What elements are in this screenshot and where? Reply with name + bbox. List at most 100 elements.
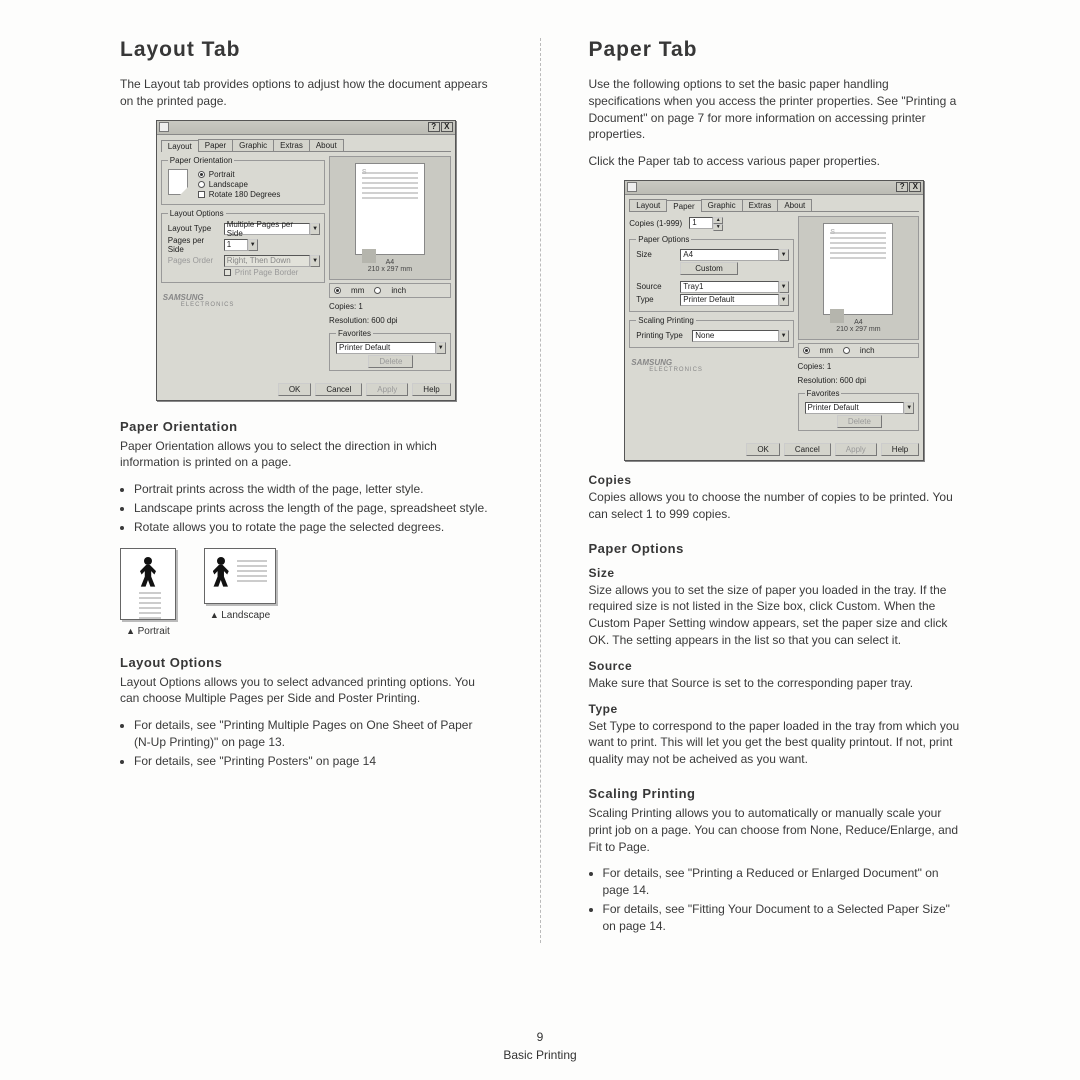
brand-logo: SAMSUNG ELECTRONICS [629, 352, 793, 375]
system-icon [627, 182, 637, 192]
pages-per-side-select[interactable]: 1 [224, 239, 248, 251]
titlebar: ? X [157, 121, 455, 135]
paper-orientation-head: Paper Orientation [120, 419, 492, 434]
layout-tab-heading: Layout Tab [120, 38, 492, 62]
mm-radio[interactable] [803, 347, 810, 354]
chevron-down-icon[interactable]: ▼ [779, 249, 789, 261]
tab-strip: Layout Paper Graphic Extras About [629, 199, 919, 212]
copies-label: Copies (1-999) [629, 219, 685, 228]
tab-extras[interactable]: Extras [742, 199, 779, 211]
help-icon[interactable]: ? [896, 182, 908, 192]
page-border-label: Print Page Border [235, 268, 299, 277]
size-select[interactable]: A4 [680, 249, 778, 261]
tab-graphic[interactable]: Graphic [701, 199, 743, 211]
type-head: Type [589, 702, 961, 716]
resolution-info: Resolution: 600 dpi [329, 315, 451, 326]
scaling-bullets: For details, see "Printing a Reduced or … [589, 865, 961, 934]
ok-button[interactable]: OK [278, 383, 312, 396]
tab-layout[interactable]: Layout [629, 199, 667, 211]
left-column: Layout Tab The Layout tab provides optio… [120, 38, 492, 943]
delete-button: Delete [368, 355, 413, 368]
copies-info: Copies: 1 [798, 361, 920, 372]
chevron-down-icon[interactable]: ▼ [310, 223, 320, 235]
source-select[interactable]: Tray1 [680, 281, 778, 293]
inch-radio[interactable] [374, 287, 381, 294]
close-icon[interactable]: X [441, 122, 453, 132]
list-item: For details, see "Printing a Reduced or … [603, 865, 961, 899]
custom-button[interactable]: Custom [680, 262, 738, 275]
layout-options-head: Layout Options [120, 655, 492, 670]
tab-extras[interactable]: Extras [273, 139, 310, 151]
paper-tab-heading: Paper Tab [589, 38, 961, 62]
tab-graphic[interactable]: Graphic [232, 139, 274, 151]
scaling-body: Scaling Printing allows you to automatic… [589, 805, 961, 855]
landscape-radio[interactable] [198, 181, 205, 188]
favorites-group: Favorites Printer Default▼ Delete [798, 389, 920, 431]
spin-down-icon[interactable]: ▼ [713, 224, 723, 231]
size-body: Size allows you to set the size of paper… [589, 582, 961, 649]
close-icon[interactable]: X [909, 182, 921, 192]
spin-up-icon[interactable]: ▲ [713, 217, 723, 224]
titlebar: ? X [625, 181, 923, 195]
apply-button: Apply [835, 443, 877, 456]
page-preview: S A4 210 x 297 mm [798, 216, 920, 340]
section-name: Basic Printing [503, 1048, 576, 1062]
copies-input[interactable]: 1 [689, 217, 713, 229]
cancel-button[interactable]: Cancel [315, 383, 362, 396]
size-head: Size [589, 566, 961, 580]
inch-radio[interactable] [843, 347, 850, 354]
pages-order-label: Pages Order [168, 256, 220, 265]
type-label: Type [636, 295, 676, 304]
paper-intro-1: Use the following options to set the bas… [589, 76, 961, 143]
scaling-group: Scaling Printing Printing Type None▼ [629, 316, 793, 348]
portrait-label: Portrait [209, 170, 235, 179]
tab-layout[interactable]: Layout [161, 140, 199, 152]
portrait-thumbnail [120, 548, 176, 620]
landscape-label: Landscape [209, 180, 248, 189]
pages-order-select: Right, Then Down [224, 255, 310, 267]
landscape-caption: Landscape [204, 610, 276, 621]
source-head: Source [589, 659, 961, 673]
dialog-buttons: OK Cancel Apply Help [157, 379, 455, 400]
list-item: For details, see "Printing Posters" on p… [134, 753, 492, 770]
chevron-down-icon[interactable]: ▼ [904, 402, 914, 414]
rotate-checkbox[interactable] [198, 191, 205, 198]
tab-paper[interactable]: Paper [666, 200, 701, 212]
group-legend: Paper Orientation [168, 156, 235, 165]
favorites-group: Favorites Printer Default▼ Delete [329, 329, 451, 371]
cancel-button[interactable]: Cancel [784, 443, 831, 456]
chevron-down-icon[interactable]: ▼ [779, 330, 789, 342]
ok-button[interactable]: OK [746, 443, 780, 456]
units-group: mm inch [798, 343, 920, 358]
help-button[interactable]: Help [412, 383, 450, 396]
chevron-down-icon[interactable]: ▼ [779, 281, 789, 293]
tab-about[interactable]: About [777, 199, 812, 211]
layout-type-select[interactable]: Multiple Pages per Side [224, 223, 310, 235]
printing-type-select[interactable]: None [692, 330, 778, 342]
tab-about[interactable]: About [309, 139, 344, 151]
tab-paper[interactable]: Paper [198, 139, 233, 151]
orientation-bullets: Portrait prints across the width of the … [120, 481, 492, 535]
paper-options-group: Paper Options Size A4▼ Custom Source Tra… [629, 235, 793, 312]
favorites-select[interactable]: Printer Default [336, 342, 436, 354]
layout-options-body: Layout Options allows you to select adva… [120, 674, 492, 708]
chevron-down-icon[interactable]: ▼ [779, 294, 789, 306]
list-item: Landscape prints across the length of th… [134, 500, 492, 517]
help-button[interactable]: Help [881, 443, 919, 456]
apply-button: Apply [366, 383, 408, 396]
delete-button: Delete [837, 415, 882, 428]
layout-options-bullets: For details, see "Printing Multiple Page… [120, 717, 492, 769]
type-select[interactable]: Printer Default [680, 294, 778, 306]
source-body: Make sure that Source is set to the corr… [589, 675, 961, 692]
rotate-label: Rotate 180 Degrees [209, 190, 281, 199]
layout-dialog: ? X Layout Paper Graphic Extras About Pa… [156, 120, 456, 401]
list-item: Portrait prints across the width of the … [134, 481, 492, 498]
page-footer: 9 Basic Printing [0, 1030, 1080, 1062]
chevron-down-icon[interactable]: ▼ [248, 239, 258, 251]
chevron-down-icon[interactable]: ▼ [436, 342, 446, 354]
favorites-select[interactable]: Printer Default [805, 402, 905, 414]
mm-radio[interactable] [334, 287, 341, 294]
group-legend: Layout Options [168, 209, 226, 218]
help-icon[interactable]: ? [428, 122, 440, 132]
portrait-radio[interactable] [198, 171, 205, 178]
